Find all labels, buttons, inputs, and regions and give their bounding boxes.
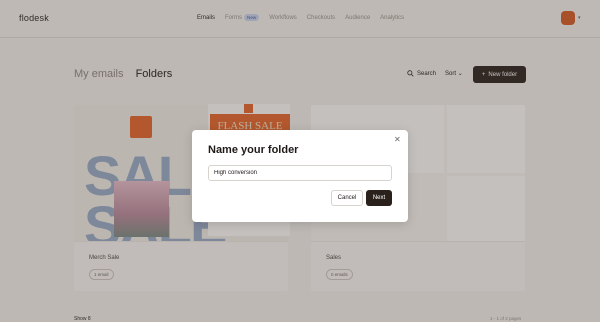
next-button[interactable]: Next: [366, 190, 392, 206]
dialog-title: Name your folder: [208, 144, 299, 156]
cancel-button[interactable]: Cancel: [331, 190, 363, 206]
folder-name-input[interactable]: [208, 165, 392, 181]
close-icon[interactable]: ✕: [394, 135, 401, 144]
name-folder-dialog: ✕ Name your folder Cancel Next: [192, 130, 408, 222]
